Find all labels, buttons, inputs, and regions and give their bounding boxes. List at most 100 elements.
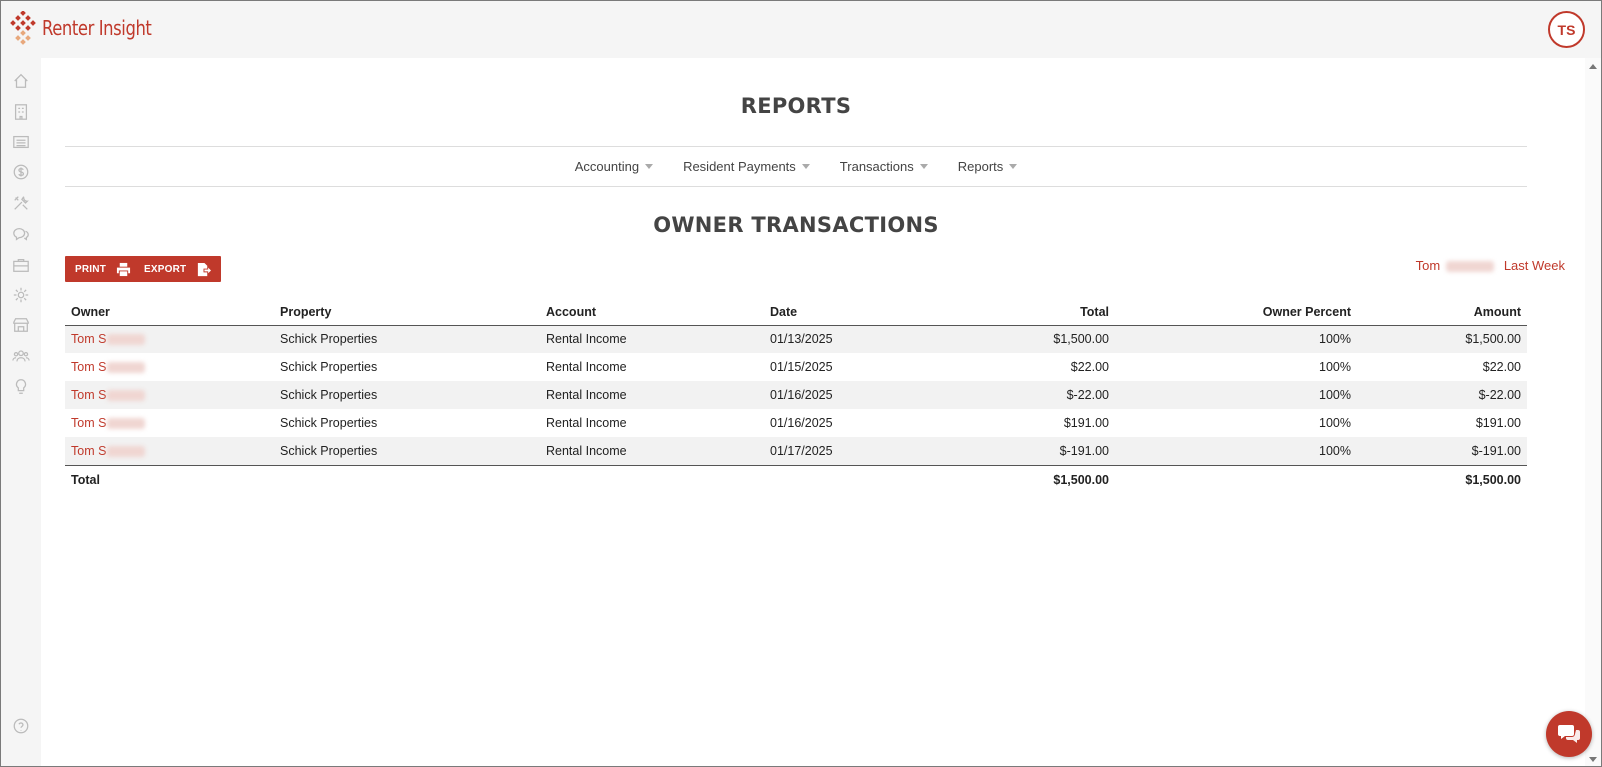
- lightbulb-icon[interactable]: [11, 377, 31, 397]
- empty-cell: [764, 464, 924, 495]
- user-avatar[interactable]: TS: [1548, 11, 1585, 48]
- redacted-name: [107, 334, 146, 346]
- cell-amount: $1,500.00: [1357, 325, 1527, 353]
- printer-icon: [116, 262, 131, 276]
- page-title: REPORTS: [740, 94, 852, 118]
- redacted-name: [107, 362, 146, 374]
- cell-amount: $22.00: [1482, 360, 1521, 374]
- caret-down-icon: [801, 164, 810, 169]
- nav-resident-payments[interactable]: Resident Payments: [683, 159, 810, 174]
- table-row: Tom S Schick Properties Rental Income 01…: [65, 409, 1527, 437]
- storefront-icon[interactable]: [11, 315, 31, 335]
- nav-label: Transactions: [839, 159, 914, 174]
- owner-filter-label: Tom: [1415, 258, 1441, 273]
- redacted-name: [107, 390, 146, 402]
- report-filters: Tom Last Week: [1416, 258, 1565, 273]
- scroll-down-icon[interactable]: [1589, 757, 1597, 762]
- col-owner-percent: Owner Percent: [1115, 300, 1357, 326]
- export-button[interactable]: EXPORT: [134, 256, 222, 282]
- cell-property: Schick Properties: [280, 416, 378, 430]
- logo[interactable]: Renter Insight: [10, 11, 175, 45]
- cell-total: $22.00: [1070, 360, 1109, 374]
- print-label: PRINT: [75, 263, 106, 275]
- home-icon[interactable]: [11, 71, 31, 91]
- dollar-icon[interactable]: [11, 162, 31, 182]
- cell-date: 01/17/2025: [764, 437, 924, 465]
- tools-icon[interactable]: [11, 193, 31, 213]
- logo-mark-icon: [10, 11, 36, 45]
- app-window: Renter Insight TS REPORTS Accounting Res…: [0, 0, 1602, 767]
- amount-sum: $1,500.00: [1357, 464, 1527, 495]
- caret-down-icon: [645, 164, 654, 169]
- cell-amount: $-191.00: [1357, 437, 1527, 465]
- nav-accounting[interactable]: Accounting: [575, 159, 654, 174]
- cell-account: Rental Income: [540, 325, 764, 353]
- owner-link[interactable]: Tom S: [71, 388, 106, 402]
- chat-widget-button[interactable]: [1546, 711, 1592, 757]
- owner-filter[interactable]: Tom: [1416, 258, 1494, 273]
- cell-amount: $191.00: [1475, 416, 1521, 430]
- redacted-name: [107, 418, 146, 430]
- caret-down-icon: [1009, 164, 1018, 169]
- cell-date: 01/13/2025: [764, 325, 924, 353]
- user-initials: TS: [1557, 21, 1576, 38]
- cell-total: $1,500.00: [924, 325, 1115, 353]
- gear-icon[interactable]: [11, 285, 31, 305]
- help-icon[interactable]: [11, 716, 31, 736]
- table-total-row: Total $1,500.00 $1,500.00: [65, 464, 1527, 495]
- cell-property: Schick Properties: [274, 325, 540, 353]
- divider-top: [65, 146, 1527, 147]
- col-date: Date: [764, 300, 924, 326]
- empty-cell: [1115, 464, 1357, 495]
- owner-link[interactable]: Tom S: [71, 332, 106, 346]
- main-content: REPORTS Accounting Resident Payments Tra…: [41, 58, 1587, 766]
- total-label: Total: [65, 464, 274, 495]
- owner-link[interactable]: Tom S: [71, 360, 106, 374]
- section-title: OWNER TRANSACTIONS: [653, 213, 939, 237]
- top-bar: Renter Insight TS: [1, 1, 1601, 58]
- empty-cell: [274, 464, 540, 495]
- briefcase-icon[interactable]: [11, 255, 31, 275]
- table-row: Tom S Schick Properties Rental Income 01…: [65, 381, 1527, 409]
- cell-owner-percent: 100%: [1319, 416, 1351, 430]
- col-property: Property: [274, 300, 540, 326]
- owner-link[interactable]: Tom S: [71, 444, 106, 458]
- nav-transactions[interactable]: Transactions: [840, 159, 928, 174]
- cell-account: Rental Income: [546, 360, 627, 374]
- logo-text: Renter Insight: [42, 16, 152, 40]
- cell-date: 01/15/2025: [770, 360, 833, 374]
- cell-owner-percent: 100%: [1115, 437, 1357, 465]
- empty-cell: [540, 464, 764, 495]
- vertical-scrollbar[interactable]: [1585, 58, 1601, 766]
- list-icon[interactable]: [11, 132, 31, 152]
- col-amount: Amount: [1357, 300, 1527, 326]
- print-button[interactable]: PRINT: [65, 256, 141, 282]
- cell-property: Schick Properties: [274, 381, 540, 409]
- cell-owner-percent: 100%: [1115, 381, 1357, 409]
- cell-account: Rental Income: [540, 381, 764, 409]
- cell-account: Rental Income: [540, 437, 764, 465]
- col-owner: Owner: [65, 300, 274, 326]
- col-total: Total: [924, 300, 1115, 326]
- chat-icon[interactable]: [11, 224, 31, 244]
- table-header-row: Owner Property Account Date Total Owner …: [65, 300, 1527, 326]
- nav-label: Resident Payments: [683, 159, 796, 174]
- cell-owner-percent: 100%: [1115, 325, 1357, 353]
- owner-link[interactable]: Tom S: [71, 416, 106, 430]
- table-row: Tom S Schick Properties Rental Income 01…: [65, 325, 1527, 353]
- period-filter[interactable]: Last Week: [1504, 258, 1565, 273]
- table-row: Tom S Schick Properties Rental Income 01…: [65, 353, 1527, 381]
- people-icon[interactable]: [11, 346, 31, 366]
- reports-nav: Accounting Resident Payments Transaction…: [65, 159, 1527, 174]
- divider-nav: [65, 186, 1527, 187]
- scroll-up-icon[interactable]: [1589, 64, 1597, 69]
- cell-amount: $-22.00: [1357, 381, 1527, 409]
- caret-down-icon: [919, 164, 928, 169]
- cell-total: $-22.00: [924, 381, 1115, 409]
- sidebar: [1, 58, 41, 766]
- cell-property: Schick Properties: [280, 360, 378, 374]
- export-label: EXPORT: [144, 263, 187, 275]
- building-icon[interactable]: [11, 102, 31, 122]
- chat-bubble-icon: [1558, 725, 1580, 743]
- nav-reports[interactable]: Reports: [958, 159, 1018, 174]
